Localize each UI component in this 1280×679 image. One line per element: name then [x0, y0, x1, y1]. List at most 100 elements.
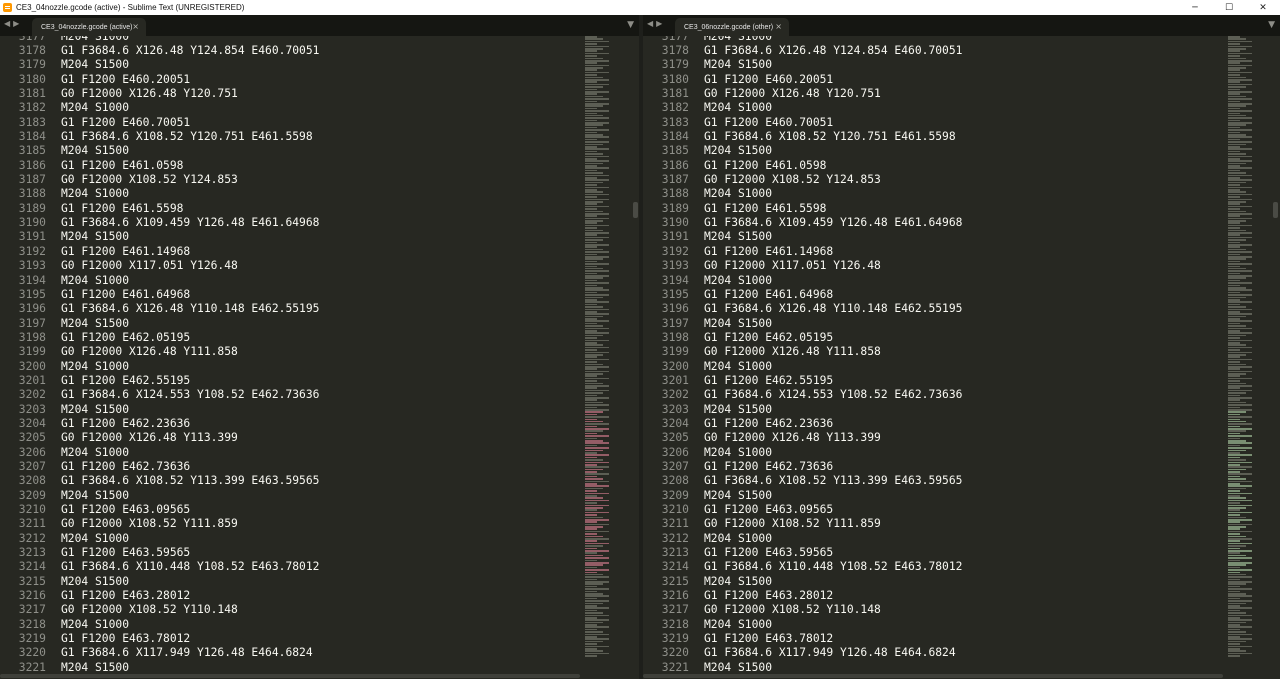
code-line[interactable]: 3205 G0 F12000 X126.48 Y113.399 — [643, 431, 962, 445]
code-line[interactable]: 3201 G1 F1200 E462.55195 — [0, 373, 319, 387]
code-editor[interactable]: 3177 M204 S1000 3178 G1 F3684.6 X126.48 Y12… — [643, 36, 1280, 673]
scroll-thumb[interactable] — [633, 202, 638, 218]
code-line[interactable]: 3206 M204 S1000 — [643, 445, 962, 459]
code-line[interactable]: 3182 M204 S1000 — [0, 101, 319, 115]
code-line[interactable]: 3204 G1 F1200 E462.23636 — [643, 416, 962, 430]
code-line[interactable]: 3218 M204 S1000 — [0, 617, 319, 631]
code-line[interactable]: 3194 M204 S1000 — [643, 273, 962, 287]
tab-forward-icon[interactable]: ▶ — [656, 19, 662, 28]
code-line[interactable]: 3179 M204 S1500 — [0, 58, 319, 72]
close-button[interactable]: ✕ — [1246, 0, 1280, 15]
code-line[interactable]: 3180 G1 F1200 E460.20051 — [0, 72, 319, 86]
tab-other-file[interactable]: CE3_06nozzle.gcode (other) × — [675, 18, 789, 36]
code-line[interactable]: 3211 G0 F12000 X108.52 Y111.859 — [0, 517, 319, 531]
code-line[interactable]: 3184 G1 F3684.6 X108.52 Y120.751 E461.559… — [643, 129, 962, 143]
code-line[interactable]: 3197 M204 S1500 — [643, 316, 962, 330]
code-line[interactable]: 3188 M204 S1000 — [0, 187, 319, 201]
code-line[interactable]: 3217 G0 F12000 X108.52 Y110.148 — [0, 603, 319, 617]
horizontal-scrollbar[interactable] — [0, 673, 639, 679]
code-line[interactable]: 3179 M204 S1500 — [643, 58, 962, 72]
code-line[interactable]: 3188 M204 S1000 — [643, 187, 962, 201]
code-line[interactable]: 3208 G1 F3684.6 X108.52 Y113.399 E463.595… — [0, 474, 320, 488]
tab-back-icon[interactable]: ◀ — [647, 19, 653, 28]
code-line[interactable]: 3194 M204 S1000 — [0, 273, 319, 287]
scroll-thumb[interactable] — [1273, 202, 1278, 218]
code-line[interactable]: 3220 G1 F3684.6 X117.949 Y126.48 E464.682… — [643, 646, 962, 660]
code-line[interactable]: 3199 G0 F12000 X126.48 Y111.858 — [643, 345, 962, 359]
code-line[interactable]: 3221 M204 S1500 — [0, 660, 319, 673]
tab-close-icon[interactable]: × — [132, 22, 139, 31]
code-line[interactable]: 3207 G1 F1200 E462.73636 — [643, 459, 962, 473]
vertical-scrollbar[interactable] — [1273, 36, 1279, 673]
code-line[interactable]: 3195 G1 F1200 E461.64968 — [643, 287, 962, 301]
code-line[interactable]: 3203 M204 S1500 — [0, 402, 319, 416]
code-line[interactable]: 3185 M204 S1500 — [643, 144, 962, 158]
code-line[interactable]: 3186 G1 F1200 E461.0598 — [0, 158, 319, 172]
minimap[interactable] — [1228, 36, 1258, 673]
code-line[interactable]: 3211 G0 F12000 X108.52 Y111.859 — [643, 517, 962, 531]
code-line[interactable]: 3183 G1 F1200 E460.70051 — [643, 115, 962, 129]
code-line[interactable]: 3202 G1 F3684.6 X124.553 Y108.52 E462.736… — [643, 388, 963, 402]
code-line[interactable]: 3196 G1 F3684.6 X126.48 Y110.148 E462.551… — [0, 302, 320, 316]
code-line[interactable]: 3193 G0 F12000 X117.051 Y126.48 — [0, 259, 319, 273]
code-line[interactable]: 3210 G1 F1200 E463.09565 — [643, 502, 962, 516]
code-line[interactable]: 3216 G1 F1200 E463.28012 — [0, 588, 319, 602]
code-line[interactable]: 3198 G1 F1200 E462.05195 — [0, 330, 319, 344]
code-line[interactable]: 3213 G1 F1200 E463.59565 — [0, 545, 319, 559]
code-line[interactable]: 3195 G1 F1200 E461.64968 — [0, 287, 319, 301]
horizontal-scrollbar[interactable] — [643, 673, 1280, 679]
h-scroll-thumb[interactable] — [0, 674, 580, 678]
code-line[interactable]: 3184 G1 F3684.6 X108.52 Y120.751 E461.559… — [0, 129, 319, 143]
tab-list-dropdown-icon[interactable]: ▼ — [1268, 20, 1275, 30]
code-line[interactable]: 3200 M204 S1000 — [0, 359, 319, 373]
code-line[interactable]: 3204 G1 F1200 E462.23636 — [0, 416, 319, 430]
code-line[interactable]: 3192 G1 F1200 E461.14968 — [643, 244, 962, 258]
tab-forward-icon[interactable]: ▶ — [13, 19, 19, 28]
code-line[interactable]: 3200 M204 S1000 — [643, 359, 962, 373]
code-line[interactable]: 3198 G1 F1200 E462.05195 — [643, 330, 962, 344]
code-line[interactable]: 3189 G1 F1200 E461.5598 — [643, 201, 962, 215]
code-line[interactable]: 3196 G1 F3684.6 X126.48 Y110.148 E462.551… — [643, 302, 963, 316]
code-line[interactable]: 3212 M204 S1000 — [0, 531, 319, 545]
code-line[interactable]: 3185 M204 S1500 — [0, 144, 319, 158]
code-line[interactable]: 3180 G1 F1200 E460.20051 — [643, 72, 962, 86]
tab-back-icon[interactable]: ◀ — [4, 19, 10, 28]
code-line[interactable]: 3208 G1 F3684.6 X108.52 Y113.399 E463.595… — [643, 474, 963, 488]
code-line[interactable]: 3193 G0 F12000 X117.051 Y126.48 — [643, 259, 962, 273]
code-line[interactable]: 3206 M204 S1000 — [0, 445, 319, 459]
tab-active-file[interactable]: CE3_04nozzle.gcode (active) × — [32, 18, 146, 36]
code-line[interactable]: 3187 G0 F12000 X108.52 Y124.853 — [643, 172, 962, 186]
code-line[interactable]: 3202 G1 F3684.6 X124.553 Y108.52 E462.736… — [0, 388, 320, 402]
code-line[interactable]: 3221 M204 S1500 — [643, 660, 962, 673]
tab-close-icon[interactable]: × — [775, 22, 782, 31]
code-line[interactable]: 3191 M204 S1500 — [643, 230, 962, 244]
code-line[interactable]: 3217 G0 F12000 X108.52 Y110.148 — [643, 603, 962, 617]
code-line[interactable]: 3181 G0 F12000 X126.48 Y120.751 — [0, 86, 319, 100]
code-line[interactable]: 3181 G0 F12000 X126.48 Y120.751 — [643, 86, 962, 100]
code-line[interactable]: 3190 G1 F3684.6 X109.459 Y126.48 E461.649… — [643, 215, 963, 229]
code-line[interactable]: 3183 G1 F1200 E460.70051 — [0, 115, 319, 129]
code-line[interactable]: 3186 G1 F1200 E461.0598 — [643, 158, 962, 172]
h-scroll-thumb[interactable] — [643, 674, 1223, 678]
code-line[interactable]: 3178 G1 F3684.6 X126.48 Y124.854 E460.700… — [0, 43, 320, 57]
code-line[interactable]: 3218 M204 S1000 — [643, 617, 962, 631]
code-line[interactable]: 3209 M204 S1500 — [643, 488, 962, 502]
code-line[interactable]: 3213 G1 F1200 E463.59565 — [643, 545, 962, 559]
code-line[interactable]: 3199 G0 F12000 X126.48 Y111.858 — [0, 345, 319, 359]
code-line[interactable]: 3212 M204 S1000 — [643, 531, 962, 545]
maximize-button[interactable]: ☐ — [1212, 0, 1246, 15]
code-line[interactable]: 3177 M204 S1000 — [643, 36, 962, 43]
code-line[interactable]: 3210 G1 F1200 E463.09565 — [0, 502, 319, 516]
code-line[interactable]: 3187 G0 F12000 X108.52 Y124.853 — [0, 172, 319, 186]
code-line[interactable]: 3214 G1 F3684.6 X110.448 Y108.52 E463.780… — [643, 560, 963, 574]
code-line[interactable]: 3219 G1 F1200 E463.78012 — [0, 631, 319, 645]
code-line[interactable]: 3190 G1 F3684.6 X109.459 Y126.48 E461.649… — [0, 215, 320, 229]
code-line[interactable]: 3207 G1 F1200 E462.73636 — [0, 459, 319, 473]
code-line[interactable]: 3215 M204 S1500 — [0, 574, 319, 588]
code-line[interactable]: 3177 M204 S1000 — [0, 36, 319, 43]
code-line[interactable]: 3215 M204 S1500 — [643, 574, 962, 588]
tab-list-dropdown-icon[interactable]: ▼ — [627, 20, 634, 30]
minimap[interactable] — [585, 36, 615, 673]
code-line[interactable]: 3219 G1 F1200 E463.78012 — [643, 631, 962, 645]
code-line[interactable]: 3216 G1 F1200 E463.28012 — [643, 588, 962, 602]
